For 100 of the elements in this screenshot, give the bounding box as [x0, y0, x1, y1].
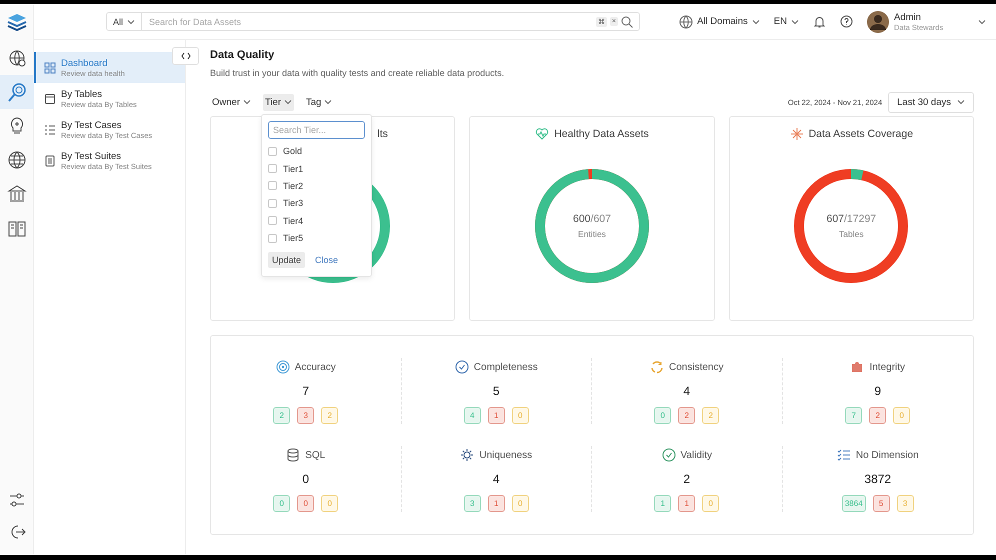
dimension-name: Validity — [680, 450, 712, 460]
globe-icon — [6, 150, 26, 170]
chevron-down-icon — [791, 18, 799, 24]
checkbox[interactable] — [268, 234, 277, 243]
chevron-down-icon — [127, 18, 136, 24]
tier-option[interactable]: Tier3 — [268, 194, 365, 212]
stacked-layers-logo[interactable] — [6, 11, 28, 33]
tier-option[interactable]: Tier4 — [268, 212, 365, 230]
domain-dropdown[interactable]: All Domains — [679, 14, 760, 28]
aborted-count: 0 — [512, 495, 529, 512]
table-icon — [44, 92, 56, 104]
sparkle-icon — [790, 127, 804, 141]
dimension-total: 4 — [683, 384, 690, 398]
collapse-toggle[interactable] — [172, 47, 199, 65]
database-icon — [286, 448, 300, 462]
checklist-icon — [836, 448, 851, 462]
tier-option[interactable]: Tier1 — [268, 160, 365, 178]
close-link[interactable]: Close — [311, 252, 342, 268]
chevron-down-icon — [284, 99, 292, 105]
dimension-name: Accuracy — [294, 362, 336, 372]
aborted-count: 0 — [512, 407, 529, 424]
success-count: 2 — [273, 407, 290, 424]
globe-icon — [679, 14, 694, 28]
target-icon — [276, 360, 290, 374]
success-count: 4 — [464, 407, 481, 424]
failed-count: 1 — [488, 495, 505, 512]
sliders-icon[interactable] — [8, 491, 26, 509]
tier-search-field[interactable]: Search Tier... — [268, 120, 365, 138]
card-title: lts — [377, 128, 388, 140]
language-dropdown[interactable]: EN — [774, 16, 799, 27]
check-circle-icon — [662, 448, 676, 462]
dimension-name: SQL — [305, 450, 326, 460]
avatar[interactable] — [867, 10, 889, 32]
donut-unit: Entities — [578, 229, 606, 239]
help-icon[interactable] — [840, 15, 853, 28]
chevron-down-icon — [242, 99, 251, 105]
aborted-count: 2 — [702, 407, 720, 424]
card-title: Healthy Data Assets — [554, 128, 649, 140]
update-button[interactable]: Update — [268, 252, 306, 268]
success-count: 3 — [464, 495, 481, 512]
checkbox[interactable] — [268, 181, 277, 190]
failed-count: 1 — [488, 407, 505, 424]
page-subtitle: Build trust in your data with quality tests and create reliable data products. — [210, 68, 506, 78]
failed-count: 0 — [297, 495, 314, 512]
donut-value: 607/17297 — [826, 213, 876, 225]
search-icon — [621, 16, 633, 28]
filter-dropdown[interactable]: Tag — [304, 94, 334, 110]
aborted-count: 3 — [896, 495, 914, 512]
tier-option[interactable]: Tier2 — [268, 177, 365, 195]
dimension-total: 4 — [492, 472, 500, 486]
chevron-down-icon — [957, 99, 965, 105]
globe-search-icon — [6, 48, 26, 68]
checkbox[interactable] — [268, 164, 277, 174]
dimension-total: 3872 — [864, 472, 892, 486]
dimension-total: 0 — [302, 472, 310, 486]
tier-option[interactable]: Tier5 — [268, 229, 365, 247]
failed-count: 5 — [872, 495, 890, 512]
dimension-name: Uniqueness — [479, 450, 532, 460]
chevron-down-icon[interactable] — [978, 18, 986, 24]
filter-dropdown[interactable]: Owner — [210, 94, 253, 110]
success-count: 0 — [273, 495, 290, 512]
dimension-name: Integrity — [869, 362, 906, 372]
dimension-total: 7 — [302, 384, 310, 398]
check-circle-icon — [454, 360, 469, 374]
dimension-name: No Dimension — [856, 450, 919, 460]
aborted-count: 0 — [893, 407, 910, 424]
donut-value: 600/607 — [573, 213, 611, 225]
period-dropdown[interactable]: Last 30 days — [888, 92, 974, 112]
checkbox[interactable] — [268, 216, 277, 226]
bank-icon — [6, 184, 26, 204]
failed-count: 3 — [297, 407, 314, 424]
aborted-count: 0 — [321, 495, 338, 512]
donut-unit: Tables — [839, 229, 864, 239]
chevron-down-icon — [324, 99, 332, 105]
gear-icon — [460, 448, 474, 462]
search-field[interactable]: Search for Data Assets — [145, 16, 593, 26]
card-title: Data Assets Coverage — [808, 128, 914, 140]
bell-icon[interactable] — [813, 15, 826, 28]
checkbox[interactable] — [268, 146, 277, 156]
heart-pulse-icon — [535, 127, 550, 141]
grid-icon — [44, 62, 56, 74]
failed-count: 2 — [869, 407, 886, 424]
checkbox[interactable] — [268, 198, 277, 208]
user-name: Admin — [894, 12, 922, 22]
dimension-name: Consistency — [669, 362, 724, 372]
code-brackets-icon — [180, 52, 190, 60]
aborted-count: 0 — [702, 495, 720, 512]
dimension-total: 9 — [874, 384, 882, 398]
search-icon — [6, 82, 26, 102]
dimension-total: 2 — [683, 472, 690, 486]
page-title: Data Quality — [210, 49, 276, 61]
success-count: 3864 — [842, 495, 866, 512]
cycle-arrows-icon — [650, 360, 664, 374]
failed-count: 1 — [678, 495, 696, 512]
tier-option[interactable]: Gold — [268, 142, 365, 160]
scope-dropdown[interactable]: All — [107, 13, 142, 30]
failed-count: 2 — [678, 407, 696, 424]
chevron-down-icon — [752, 18, 760, 24]
dimension-name: Completeness — [474, 362, 538, 372]
success-count: 1 — [654, 495, 672, 512]
